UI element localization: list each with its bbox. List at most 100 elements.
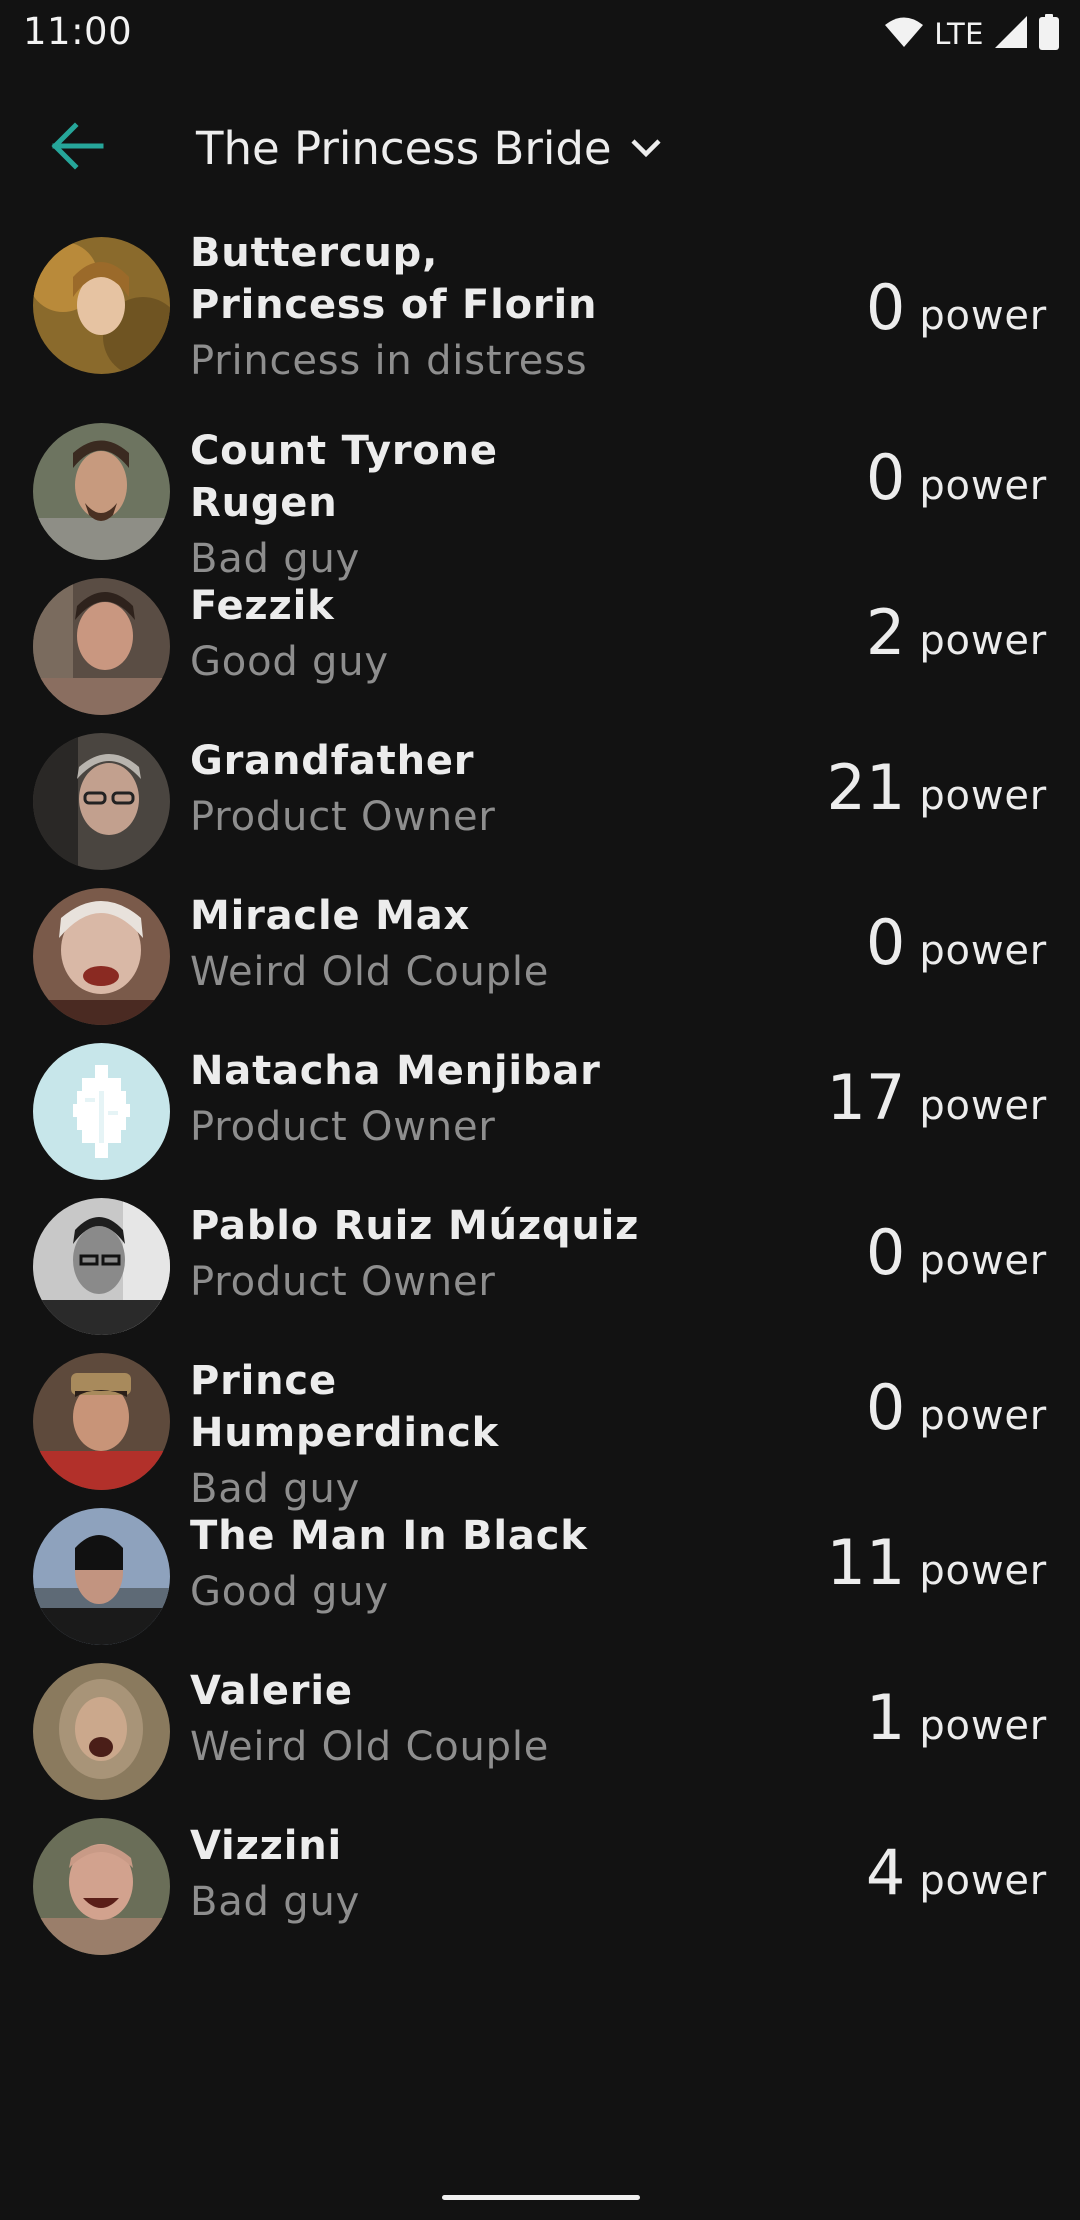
arrow-back-icon (49, 121, 105, 176)
valerie-avatar (33, 1663, 170, 1800)
member-power: 0 power (866, 1371, 1047, 1444)
member-name: Pablo Ruiz Múzquiz (190, 1203, 640, 1249)
status-time: 11:00 (23, 10, 133, 53)
member-power: 0 power (866, 441, 1047, 514)
member-role: Bad guy (190, 1879, 361, 1925)
member-info: Pablo Ruiz Múzquiz Product Owner (190, 1200, 640, 1312)
battery-icon (1038, 13, 1060, 55)
project-selector[interactable]: The Princess Bride (196, 116, 662, 180)
wifi-icon (884, 16, 924, 53)
chevron-down-icon (630, 137, 662, 159)
power-unit: power (919, 1703, 1047, 1749)
power-unit: power (919, 1393, 1047, 1439)
member-info: Vizzini Bad guy (190, 1820, 640, 1932)
count-rugen-avatar (33, 423, 170, 560)
power-value: 4 (865, 1836, 906, 1909)
power-value: 1 (865, 1681, 906, 1754)
member-info: Buttercup, Princess of Florin Princess i… (190, 227, 640, 391)
default-leaf-avatar (33, 1043, 170, 1180)
status-bar: 11:00 LTE (0, 0, 1080, 66)
member-power: 0 power (866, 271, 1047, 344)
power-unit: power (919, 773, 1047, 819)
member-role: Weird Old Couple (190, 1724, 550, 1770)
list-item[interactable]: Prince Humperdinck Bad guy 0 power (0, 1353, 1080, 1512)
member-power: 11 power (826, 1526, 1047, 1599)
member-role: Princess in distress (190, 338, 588, 384)
member-info: Prince Humperdinck Bad guy (190, 1355, 640, 1519)
member-info: Count Tyrone Rugen Bad guy (190, 425, 640, 589)
member-role: Good guy (190, 639, 389, 685)
member-name: Natacha Menjibar (190, 1048, 601, 1094)
member-info: Miracle Max Weird Old Couple (190, 890, 640, 1002)
member-power: 17 power (826, 1061, 1047, 1134)
member-power: 4 power (866, 1836, 1047, 1909)
member-power: 0 power (866, 1216, 1047, 1289)
power-value: 21 (826, 751, 906, 824)
member-info: Natacha Menjibar Product Owner (190, 1045, 640, 1157)
member-list: Buttercup, Princess of Florin Princess i… (0, 227, 1080, 1973)
list-item[interactable]: Miracle Max Weird Old Couple 0 power (0, 888, 1080, 1043)
member-info: Fezzik Good guy (190, 580, 640, 692)
list-item[interactable]: Valerie Weird Old Couple 1 power (0, 1663, 1080, 1818)
grandfather-avatar (33, 733, 170, 870)
list-item[interactable]: Fezzik Good guy 2 power (0, 578, 1080, 733)
page-title: The Princess Bride (196, 121, 612, 175)
cell-signal-icon (994, 15, 1028, 54)
power-unit: power (919, 293, 1047, 339)
network-type-label: LTE (934, 17, 984, 51)
member-info: Valerie Weird Old Couple (190, 1665, 640, 1777)
power-value: 17 (826, 1061, 906, 1134)
home-indicator[interactable] (442, 2195, 640, 2200)
fezzik-avatar (33, 578, 170, 715)
list-item[interactable]: Buttercup, Princess of Florin Princess i… (0, 227, 1080, 423)
power-value: 0 (865, 1216, 906, 1289)
member-name: Grandfather (190, 738, 475, 784)
member-name: Vizzini (190, 1823, 343, 1869)
power-value: 0 (865, 906, 906, 979)
list-item[interactable]: Natacha Menjibar Product Owner 17 power (0, 1043, 1080, 1198)
humperdinck-avatar (33, 1353, 170, 1490)
power-unit: power (919, 1238, 1047, 1284)
list-item[interactable]: The Man In Black Good guy 11 power (0, 1508, 1080, 1663)
power-unit: power (919, 1083, 1047, 1129)
power-value: 0 (865, 1371, 906, 1444)
power-unit: power (919, 1858, 1047, 1904)
power-value: 0 (865, 271, 906, 344)
member-power: 1 power (866, 1681, 1047, 1754)
list-item[interactable]: Pablo Ruiz Múzquiz Product Owner 0 power (0, 1198, 1080, 1353)
member-name: Count Tyrone Rugen (190, 428, 498, 526)
member-name: Buttercup, Princess of Florin (190, 230, 598, 328)
power-value: 11 (826, 1526, 906, 1599)
member-role: Weird Old Couple (190, 949, 550, 995)
power-unit: power (919, 463, 1047, 509)
power-unit: power (919, 618, 1047, 664)
list-item[interactable]: Count Tyrone Rugen Bad guy 0 power (0, 423, 1080, 582)
list-item[interactable]: Grandfather Product Owner 21 power (0, 733, 1080, 888)
power-unit: power (919, 928, 1047, 974)
member-role: Good guy (190, 1569, 389, 1615)
member-role: Product Owner (190, 1104, 496, 1150)
power-value: 0 (865, 441, 906, 514)
member-info: Grandfather Product Owner (190, 735, 640, 847)
pablo-avatar (33, 1198, 170, 1335)
member-power: 2 power (866, 596, 1047, 669)
power-unit: power (919, 1548, 1047, 1594)
member-role: Product Owner (190, 1259, 496, 1305)
member-info: The Man In Black Good guy (190, 1510, 640, 1622)
member-name: Miracle Max (190, 893, 471, 939)
member-power: 0 power (866, 906, 1047, 979)
member-name: Prince Humperdinck (190, 1358, 500, 1456)
man-in-black-avatar (33, 1508, 170, 1645)
vizzini-avatar (33, 1818, 170, 1955)
list-item[interactable]: Vizzini Bad guy 4 power (0, 1818, 1080, 1973)
app-bar: The Princess Bride (0, 96, 1080, 196)
buttercup-avatar (33, 237, 170, 374)
power-value: 2 (865, 596, 906, 669)
member-role: Product Owner (190, 794, 496, 840)
member-name: Fezzik (190, 583, 335, 629)
member-name: Valerie (190, 1668, 353, 1714)
member-power: 21 power (826, 751, 1047, 824)
back-button[interactable] (40, 118, 114, 178)
status-icons: LTE (884, 13, 1060, 55)
miracle-max-avatar (33, 888, 170, 1025)
